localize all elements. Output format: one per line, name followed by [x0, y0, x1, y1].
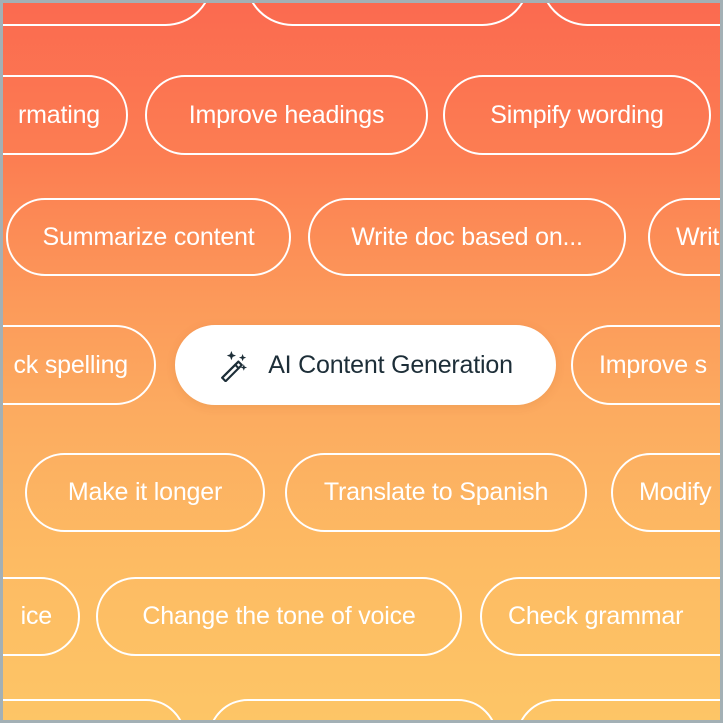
suggestion-chip-label: Improve headings: [188, 100, 385, 129]
suggestion-chip-row0-b[interactable]: [245, 3, 530, 26]
suggestion-chip-label: Improve s: [599, 350, 707, 379]
suggestion-chip-label: Check grammar: [508, 602, 684, 630]
suggestion-chip-label: Write doc based on...: [351, 222, 583, 251]
suggestion-chip-label: Writ: [676, 222, 720, 251]
suggestion-chip-row6-c[interactable]: [516, 699, 720, 720]
suggestion-chip-simpify-wording[interactable]: Simpify wording: [443, 75, 711, 155]
prompt-cloud-canvas: rmating Improve headings Simpify wording…: [0, 0, 723, 723]
suggestion-chip-label: Change the tone of voice: [142, 602, 416, 630]
suggestion-chip-label: Make it longer: [67, 478, 223, 506]
suggestion-chip-improve-headings[interactable]: Improve headings: [145, 75, 428, 155]
suggestion-chip-summarize-content[interactable]: Summarize content: [6, 198, 291, 276]
suggestion-chip-row6-b[interactable]: [208, 699, 498, 720]
suggestion-chip-label: AI Content Generation: [268, 350, 513, 379]
suggestion-chip-change-the-tone-of-voice[interactable]: Change the tone of voice: [96, 577, 462, 656]
suggestion-chip-label: Simpify wording: [490, 100, 664, 129]
suggestion-chip-label: Summarize content: [42, 222, 255, 251]
suggestion-chip-label: Modify: [639, 478, 712, 506]
suggestion-chip-row0-c[interactable]: [540, 3, 720, 26]
suggestion-chip-row0-a[interactable]: [3, 3, 213, 26]
suggestion-chip-label: Translate to Spanish: [323, 478, 549, 506]
suggestion-chip-row6-a[interactable]: [3, 699, 186, 720]
suggestion-chip-tone-of-voice-clipped[interactable]: ice: [3, 577, 80, 656]
suggestion-chip-write[interactable]: Writ: [648, 198, 720, 276]
suggestion-chip-check-grammar[interactable]: Check grammar: [480, 577, 720, 656]
suggestion-chip-make-it-longer[interactable]: Make it longer: [25, 453, 265, 532]
suggestion-chip-label: rmating: [18, 100, 100, 129]
suggestion-chip-check-spelling[interactable]: ck spelling: [3, 325, 156, 405]
suggestion-chip-improve-style[interactable]: Improve s: [571, 325, 720, 405]
suggestion-chip-ai-content-generation[interactable]: AI Content Generation: [175, 325, 556, 405]
suggestion-chip-label: ice: [20, 602, 53, 630]
magic-wand-sparkle-icon: [218, 348, 252, 383]
suggestion-chip-fix-formatting[interactable]: rmating: [3, 75, 128, 155]
suggestion-chip-translate-to-spanish[interactable]: Translate to Spanish: [285, 453, 587, 532]
suggestion-chip-modify[interactable]: Modify: [611, 453, 720, 532]
suggestion-chip-label: ck spelling: [13, 350, 128, 379]
suggestion-chip-write-doc-based-on[interactable]: Write doc based on...: [308, 198, 626, 276]
